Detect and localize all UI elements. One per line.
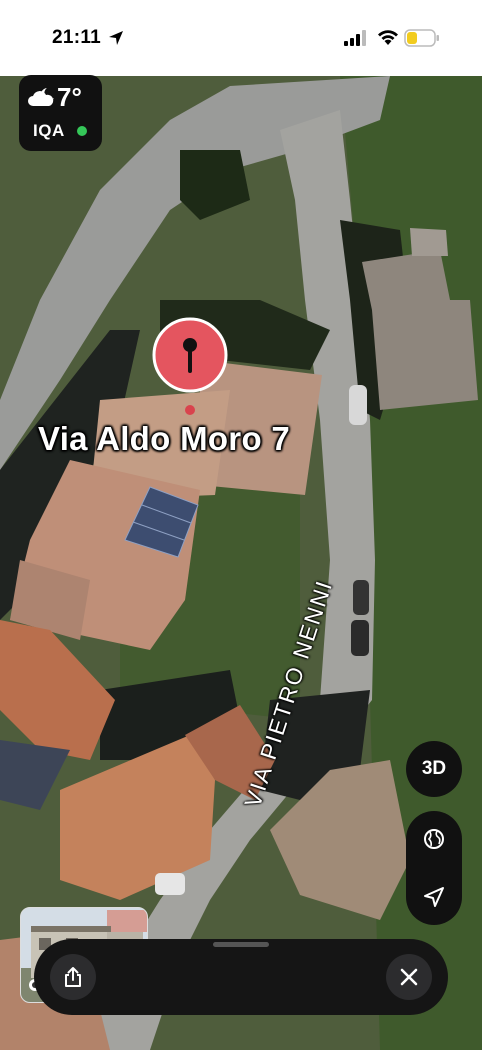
sheet-grabber[interactable] (213, 942, 269, 947)
share-button[interactable] (50, 954, 96, 1000)
close-icon (400, 968, 418, 986)
close-button[interactable] (386, 954, 432, 1000)
temperature: 7° (57, 82, 82, 112)
cloudy-night-icon (28, 88, 54, 106)
battery-icon (404, 29, 439, 47)
wifi-icon (378, 30, 398, 45)
share-icon (65, 967, 81, 987)
air-quality-label: IQA (33, 121, 65, 140)
location-pin-icon[interactable] (150, 317, 230, 417)
globe-icon[interactable] (422, 827, 446, 851)
map-controls (406, 811, 462, 925)
place-label[interactable]: Via Aldo Moro 7 (38, 420, 290, 458)
cellular-signal-icon (344, 30, 366, 46)
clock: 21:11 (52, 27, 102, 48)
air-quality-indicator (77, 126, 87, 136)
weather-widget[interactable]: 7° IQA (19, 75, 102, 151)
location-arrow-icon[interactable] (422, 885, 446, 909)
view-3d-button[interactable]: 3D (406, 741, 462, 797)
location-services-icon (109, 31, 123, 45)
status-bar: 21:11 (0, 0, 482, 76)
